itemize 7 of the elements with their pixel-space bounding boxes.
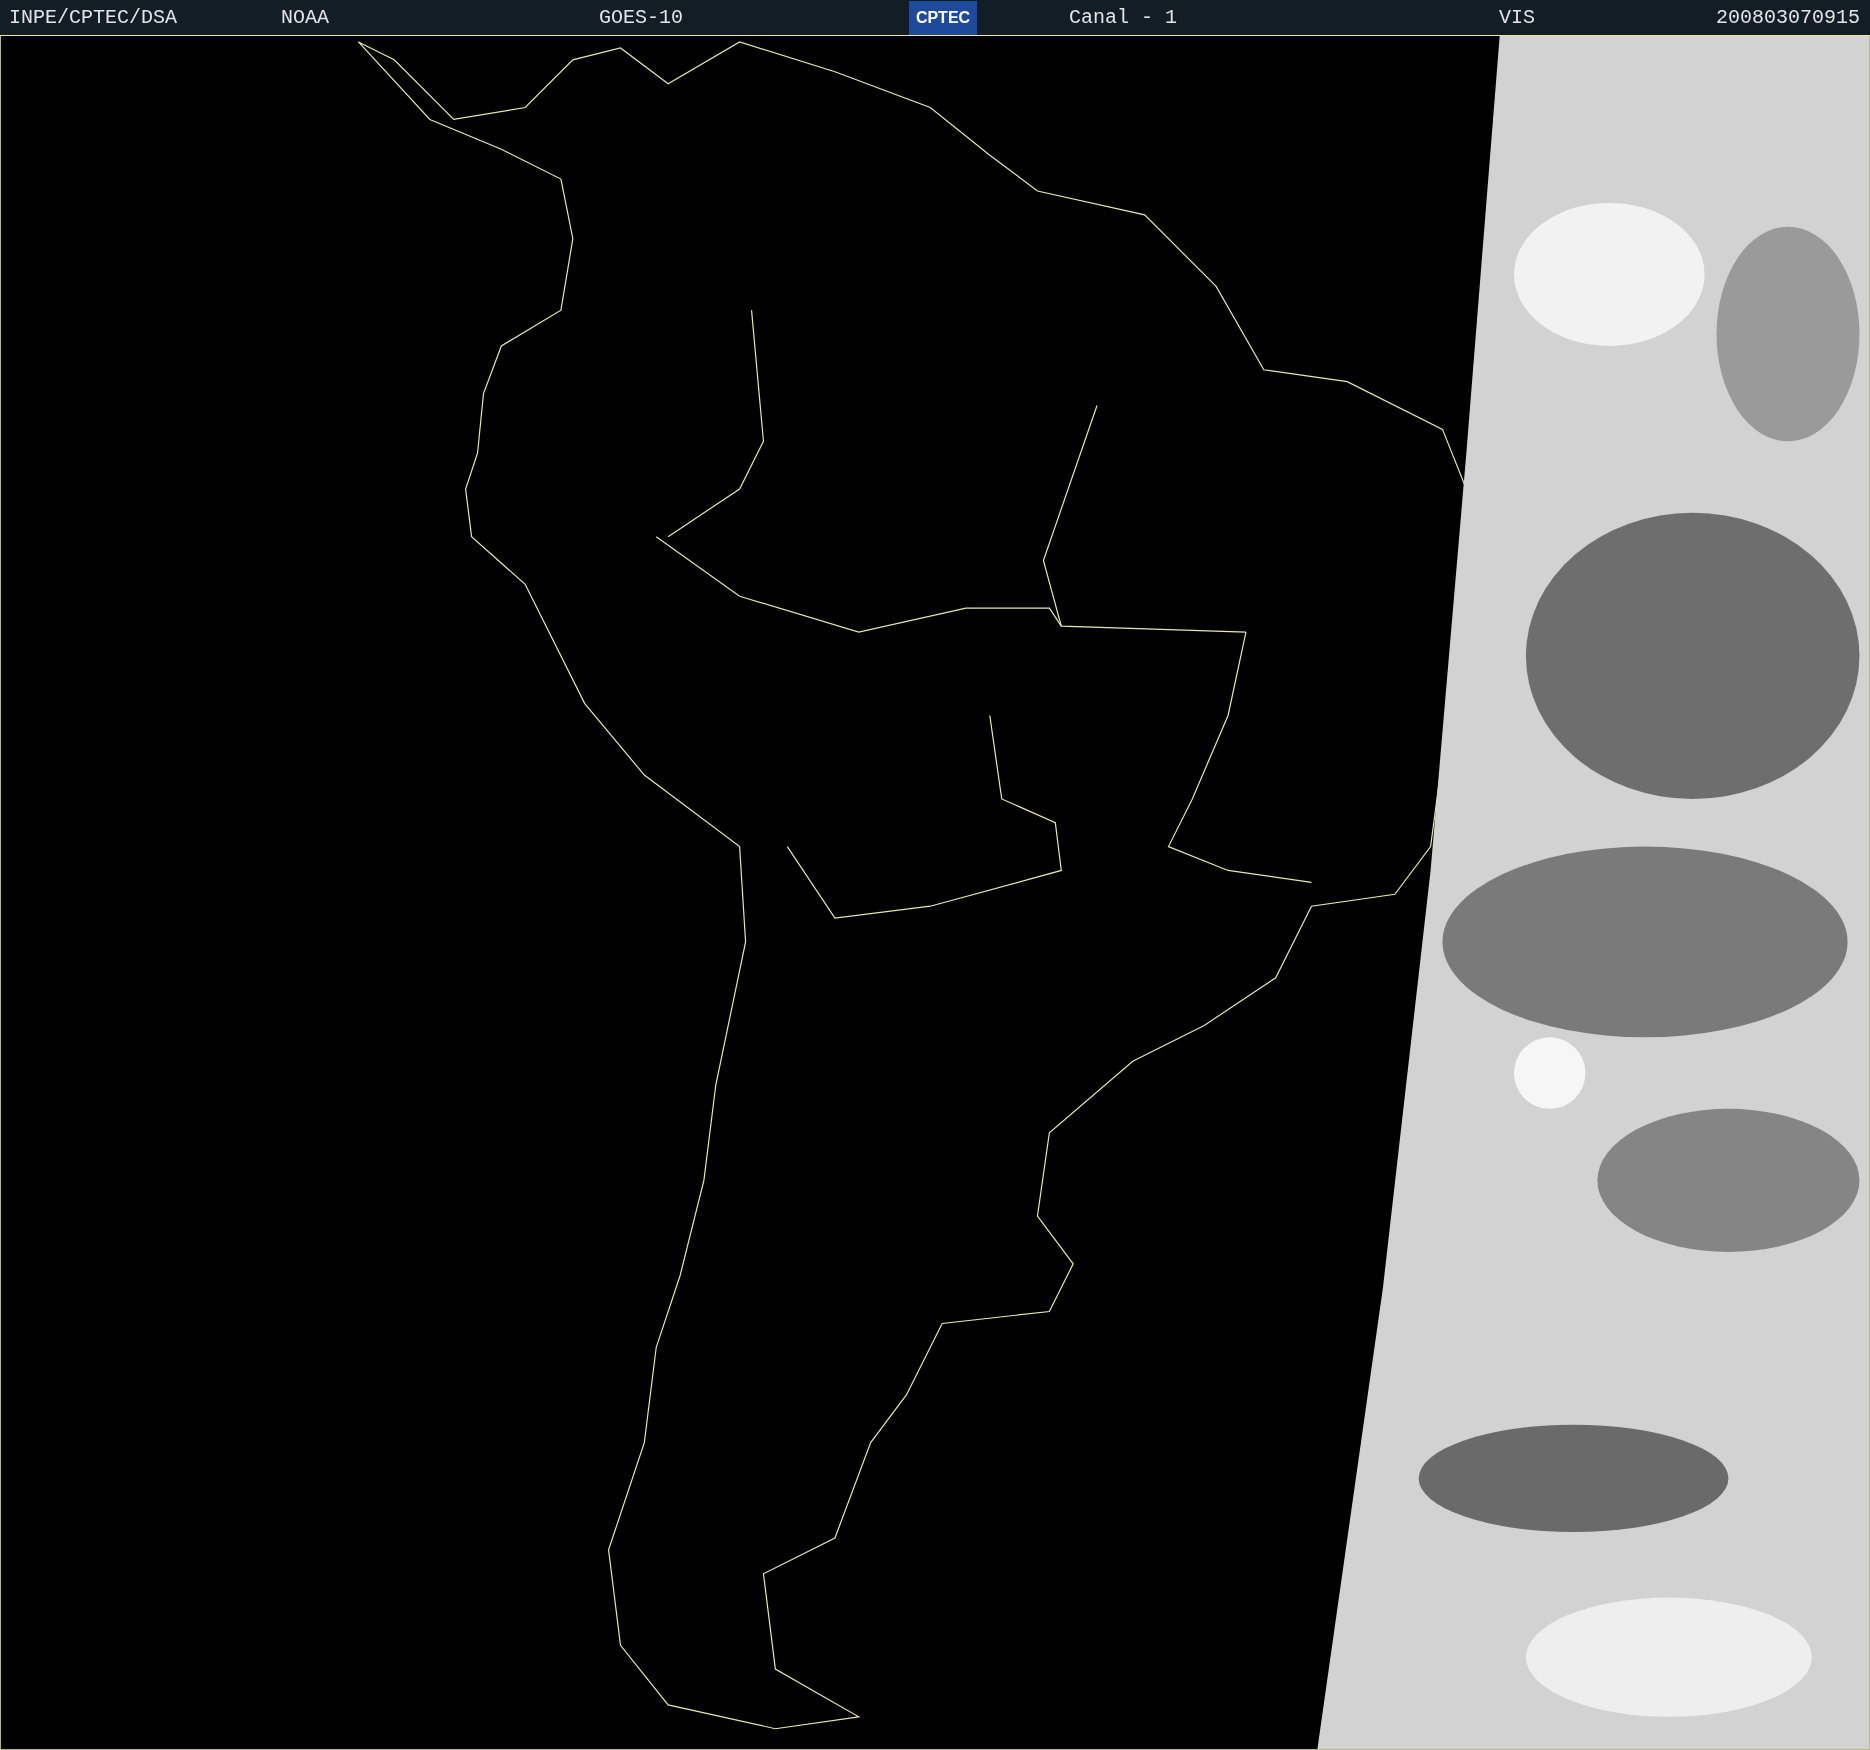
logo: CPTEC bbox=[909, 0, 977, 35]
header-label: GOES-10 bbox=[599, 6, 684, 29]
header-label: VIS bbox=[1499, 6, 1536, 29]
header-label: INPE/CPTEC/DSA bbox=[9, 6, 179, 29]
header-label: NOAA bbox=[281, 6, 330, 29]
header-label: 200803070915 bbox=[1715, 6, 1860, 29]
header-label: Canal - 1 bbox=[1069, 6, 1179, 29]
